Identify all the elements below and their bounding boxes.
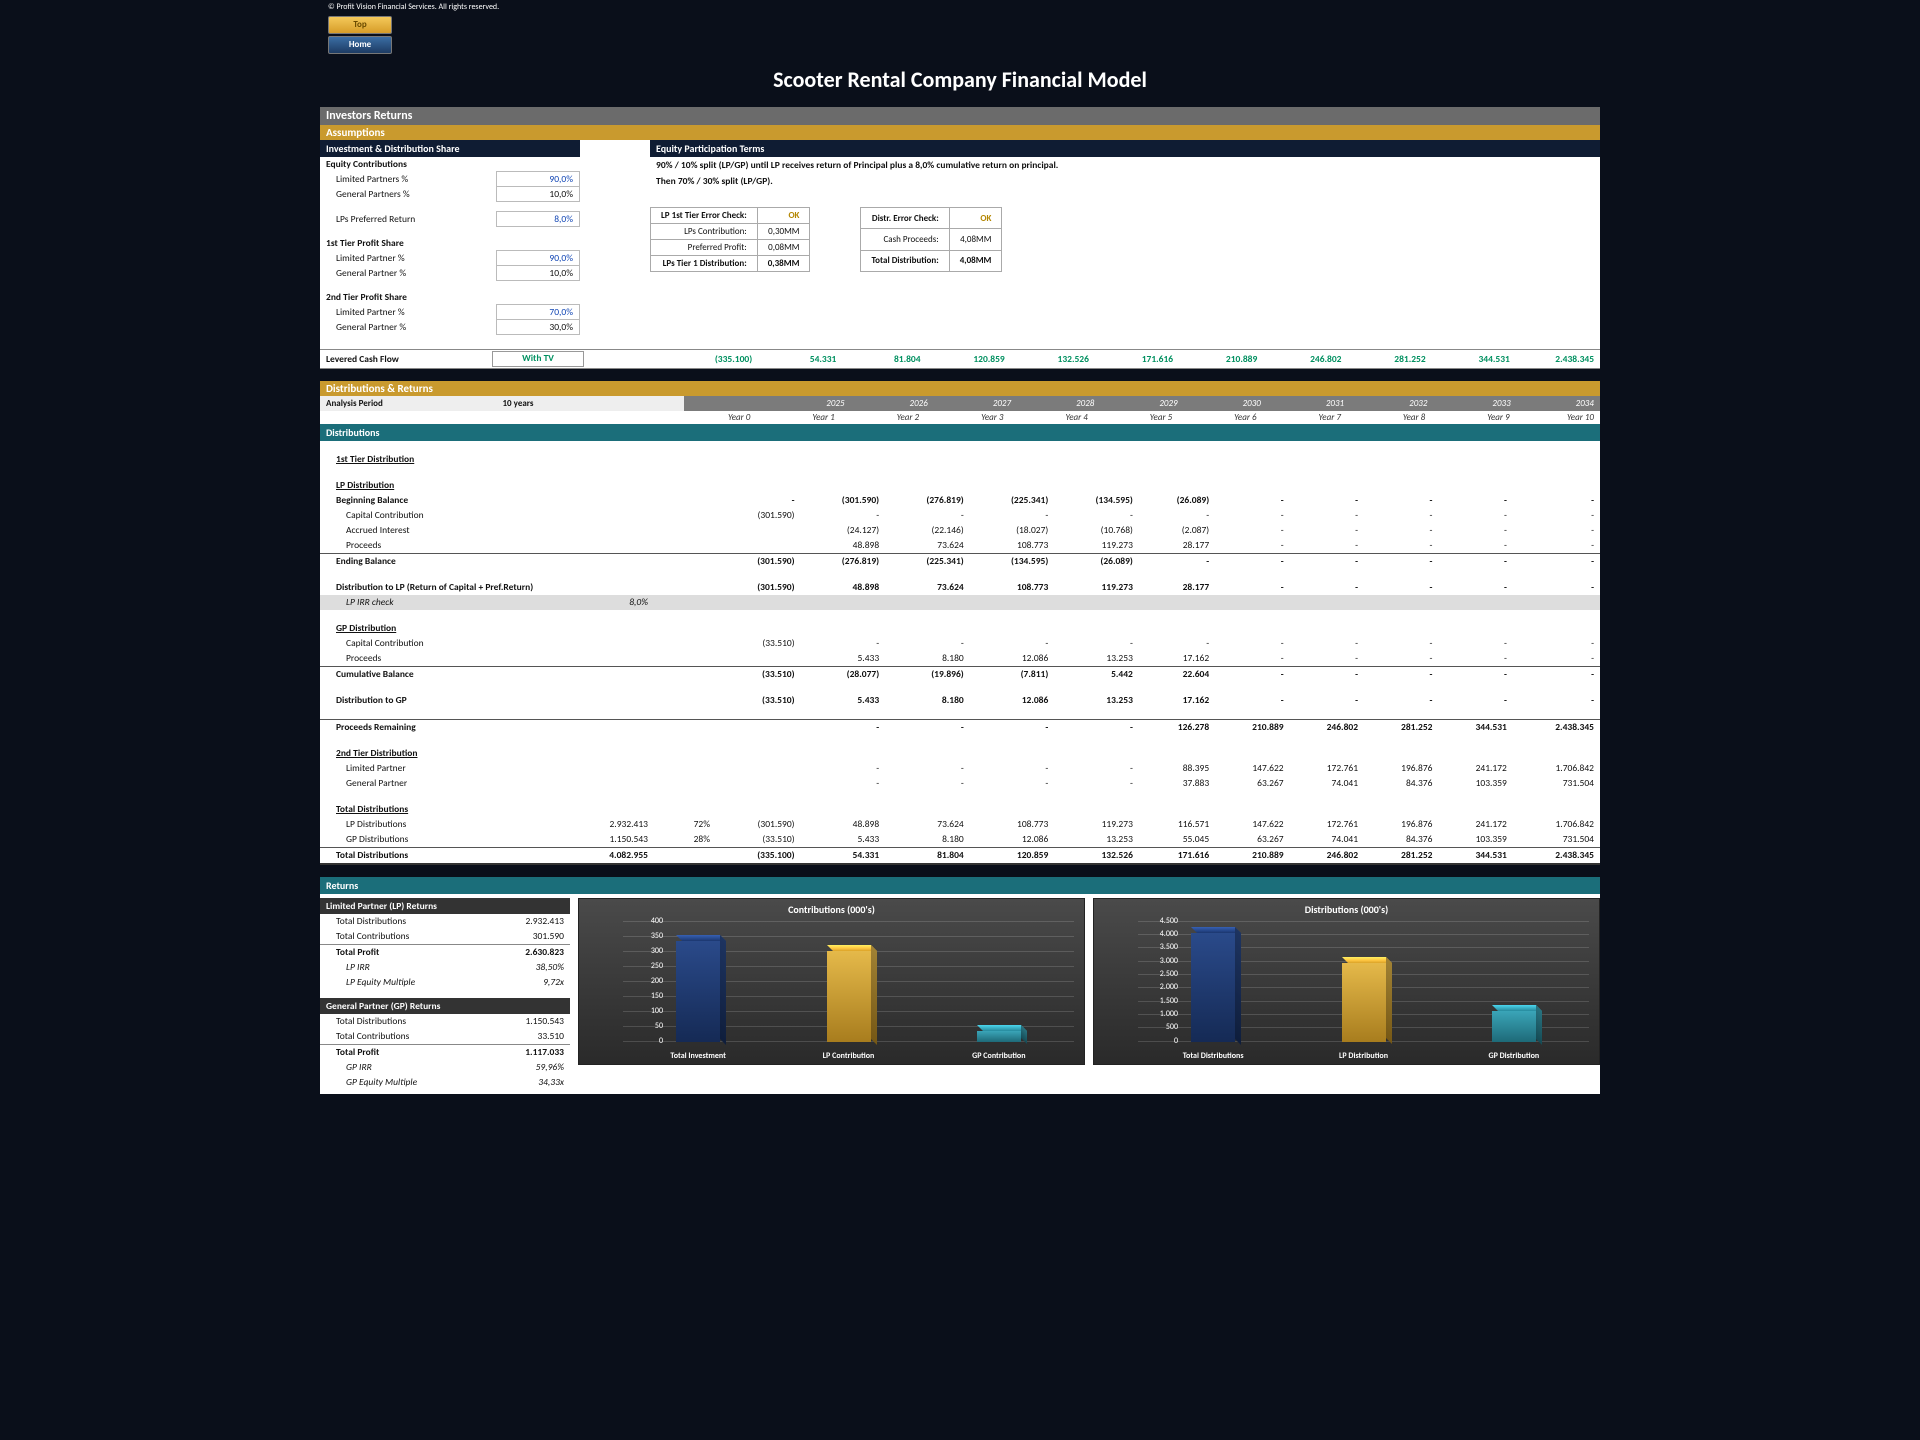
lp-pct-input[interactable]: 90,0% <box>497 171 580 186</box>
t1-lp-input[interactable]: 90,0% <box>497 250 580 265</box>
section-returns: Returns <box>320 877 1600 894</box>
terms-line-2: Then 70% / 30% split (LP/GP). <box>650 173 1600 189</box>
section-assumptions: Assumptions <box>320 125 1600 140</box>
top-button[interactable]: Top <box>328 16 392 34</box>
gp-returns-hdr: General Partner (GP) Returns <box>320 998 570 1014</box>
contributions-chart: Contributions (000's)0501001502002503003… <box>578 898 1085 1065</box>
distributions-table: 1st Tier DistributionLP DistributionBegi… <box>320 441 1600 865</box>
with-tv-cell[interactable]: With TV <box>492 351 584 367</box>
section-distributions: Distributions <box>320 424 1600 441</box>
assumptions-table: Equity Contributions Limited Partners %9… <box>320 157 580 335</box>
lp-returns-hdr: Limited Partner (LP) Returns <box>320 898 570 914</box>
copyright: © Profit Vision Financial Services. All … <box>320 0 1600 14</box>
home-button[interactable]: Home <box>328 36 392 54</box>
hdr-equity-terms: Equity Participation Terms <box>650 140 1600 157</box>
distributions-chart: Distributions (000's)05001.0001.5002.000… <box>1093 898 1600 1065</box>
page-title: Scooter Rental Company Financial Model <box>320 58 1600 107</box>
levered-cash-flow-row: Levered Cash Flow With TV (335.100)54.33… <box>320 349 1600 369</box>
t2-lp-input[interactable]: 70,0% <box>497 304 580 319</box>
terms-line-1: 90% / 10% split (LP/GP) until LP receive… <box>650 157 1600 173</box>
check-table-2: Distr. Error Check:OK Cash Proceeds:4,08… <box>860 207 1002 272</box>
check-table-1: LP 1st Tier Error Check:OK LPs Contribut… <box>650 207 810 272</box>
lp-pref-input[interactable]: 8,0% <box>497 211 580 226</box>
section-investors-returns: Investors Returns <box>320 107 1600 125</box>
hdr-investment-share: Investment & Distribution Share <box>320 140 580 157</box>
section-dist-returns: Distributions & Returns <box>320 381 1600 396</box>
